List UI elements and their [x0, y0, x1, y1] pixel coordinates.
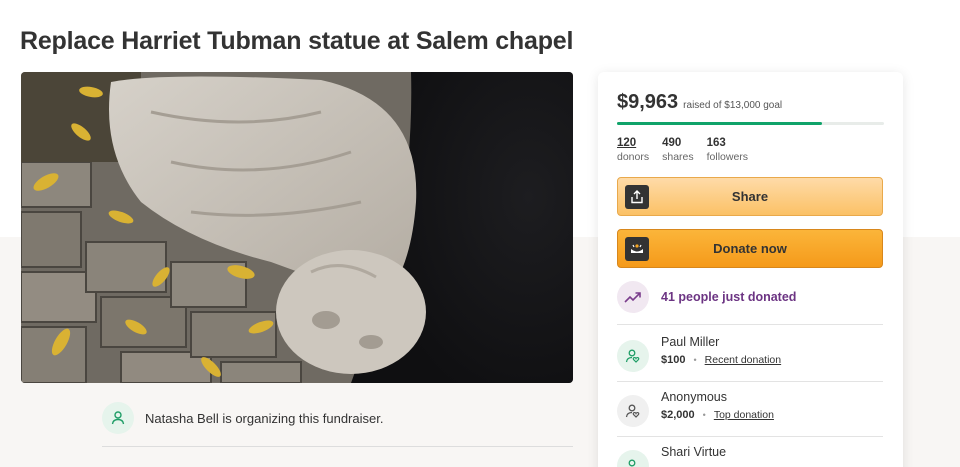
stat-value: 490 [662, 137, 682, 149]
recent-donations-text: 41 people just donated [661, 290, 797, 304]
stat-label: shares [662, 151, 694, 163]
share-button-label: Share [731, 189, 769, 204]
divider [102, 446, 573, 447]
raised-amount: $9,963 [617, 91, 679, 113]
donor-name: Shari Virtue [661, 445, 727, 459]
donation-item: Shari Virtue [617, 445, 726, 467]
raised-goal: raised of $13,000 goal [683, 100, 783, 111]
donor-heart-icon [617, 450, 649, 467]
donation-item: Paul Miller $100 • Recent donation [617, 335, 781, 372]
separator-dot: • [702, 410, 706, 420]
donor-info: Paul Miller $100 • Recent donation [661, 335, 781, 366]
trending-up-icon [617, 281, 649, 313]
raised-summary: $9,963 raised of $13,000 goal [617, 91, 782, 114]
campaign-image[interactable] [21, 72, 573, 383]
donation-amount: $100 [661, 354, 686, 366]
divider [617, 436, 883, 437]
recent-donations-banner[interactable]: 41 people just donated [617, 281, 796, 313]
divider [617, 324, 883, 325]
donor-name: Paul Miller [661, 335, 720, 349]
donor-name: Anonymous [661, 390, 728, 404]
donate-hands-icon [625, 237, 649, 261]
page-title: Replace Harriet Tubman statue at Salem c… [20, 27, 574, 55]
stats-row: 120 donors 490 shares 163 followers [617, 137, 761, 163]
user-heart-icon [102, 402, 134, 434]
donate-button-label: Donate now [713, 241, 787, 256]
donor-detail: $100 • Recent donation [661, 354, 781, 366]
stat-value[interactable]: 120 [617, 137, 649, 149]
organizer-text: Natasha Bell is organizing this fundrais… [145, 410, 384, 426]
donor-heart-icon [617, 340, 649, 372]
donation-tag-link[interactable]: Recent donation [705, 354, 781, 366]
divider [617, 381, 883, 382]
donate-button[interactable]: Donate now [617, 229, 883, 268]
separator-dot: • [693, 355, 697, 365]
donation-sidebar: $9,963 raised of $13,000 goal 120 donors… [598, 72, 903, 467]
donation-item: Anonymous $2,000 • Top donation [617, 390, 774, 427]
donor-info: Anonymous $2,000 • Top donation [661, 390, 774, 421]
stat-value: 163 [706, 137, 726, 149]
share-icon [625, 185, 649, 209]
stat-followers: 163 followers [707, 137, 748, 163]
fallen-statue-photo [21, 72, 573, 383]
donor-detail: $2,000 • Top donation [661, 409, 774, 421]
stat-shares: 490 shares [662, 137, 694, 163]
progress-fill [617, 122, 822, 125]
share-button[interactable]: Share [617, 177, 883, 216]
progress-bar [617, 122, 884, 125]
stat-label: donors [617, 151, 650, 163]
donor-info: Shari Virtue [661, 445, 726, 459]
organizer-row: Natasha Bell is organizing this fundrais… [102, 402, 383, 434]
donation-amount: $2,000 [661, 409, 695, 421]
donor-heart-icon [617, 395, 649, 427]
donation-tag-link[interactable]: Top donation [714, 409, 774, 421]
stat-label: followers [706, 151, 749, 163]
stat-donors[interactable]: 120 donors [617, 137, 649, 163]
